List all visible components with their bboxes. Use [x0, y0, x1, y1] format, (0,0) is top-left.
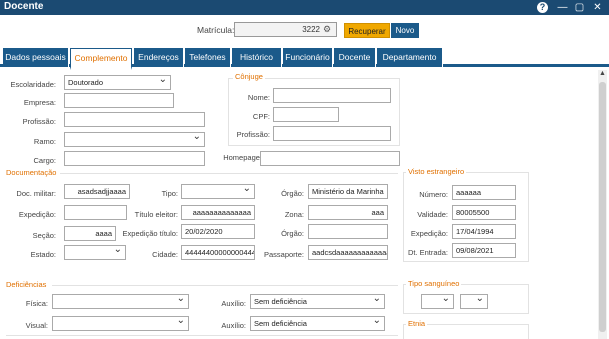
passaporte-label: Passaporte: — [263, 250, 304, 259]
cidade-label: Cidade: — [152, 250, 178, 259]
tab-dados-pessoais[interactable]: Dados pessoais — [3, 48, 69, 67]
zona-input[interactable]: aaa — [308, 205, 388, 220]
etnia-title: Etnia — [406, 319, 428, 328]
tipo-sanguineo-title: Tipo sanguíneo — [406, 279, 462, 288]
homepage-input[interactable] — [260, 151, 400, 166]
tab-complemento[interactable]: Complemento — [70, 48, 132, 70]
visto-expedicao-input[interactable]: 17/04/1994 — [452, 224, 516, 239]
cidade-input[interactable]: 44444400000000444400 — [181, 245, 255, 260]
expedicao-titulo-input[interactable]: 20/02/2020 — [181, 224, 255, 239]
expedicao-label: Expedição: — [18, 210, 56, 219]
fisica-select[interactable] — [52, 294, 189, 309]
doc-militar-input[interactable]: asadsadjjaaaa — [64, 184, 130, 199]
novo-button[interactable]: Novo — [391, 23, 419, 38]
visto-validade-input[interactable]: 80005500 — [452, 205, 516, 220]
profissao-input[interactable] — [64, 112, 205, 127]
visto-validade-label: Validade: — [417, 210, 448, 219]
fisica-label: Física: — [25, 299, 48, 308]
escolaridade-select[interactable]: Doutorado — [64, 75, 171, 90]
doc-militar-label: Doc. militar: — [16, 189, 56, 198]
documentacao-divider — [60, 173, 398, 174]
scrollbar-thumb[interactable] — [599, 82, 606, 332]
conjuge-profissao-input[interactable] — [273, 126, 391, 141]
scroll-up-icon[interactable]: ▲ — [598, 70, 607, 79]
profissao-label: Profissão: — [22, 117, 56, 126]
estado-select[interactable] — [64, 245, 126, 260]
passaporte-input[interactable]: aadcsdaaaaaaaaaaaaa — [308, 245, 388, 260]
matricula-label: Matrícula: — [197, 25, 235, 35]
cargo-input[interactable] — [64, 151, 205, 166]
visual-label: Visual: — [25, 321, 48, 330]
titulo-eleitor-label: Título eleitor: — [134, 210, 178, 219]
window-titlebar: Docente ? — ▢ ✕ — [0, 0, 609, 15]
help-icon[interactable]: ? — [537, 2, 548, 13]
visto-entrada-label: Dt. Entrada: — [407, 248, 448, 257]
tab-telefones[interactable]: Telefones — [185, 48, 231, 67]
titulo-eleitor-input[interactable]: aaaaaaaaaaaaaa — [181, 205, 255, 220]
homepage-label: Homepage: — [223, 153, 262, 162]
matricula-input[interactable]: 3222 — [234, 22, 337, 37]
tab-funcionario[interactable]: Funcionário — [283, 48, 333, 67]
ramo-select[interactable] — [64, 132, 205, 147]
visto-numero-label: Número: — [419, 190, 448, 199]
tipo-sanguineo-select[interactable] — [421, 294, 454, 309]
conjuge-cpf-label: CPF: — [252, 112, 270, 121]
conjuge-title: Cônjuge — [233, 72, 265, 81]
auxilio-select[interactable]: Sem deficiência — [250, 294, 385, 309]
secao-label: Seção: — [32, 231, 56, 240]
conjuge-profissao-label: Profissão: — [236, 130, 270, 139]
empresa-input[interactable] — [64, 93, 174, 108]
maximize-icon[interactable]: ▢ — [573, 1, 586, 14]
auxilio2-select[interactable]: Sem deficiência — [250, 316, 385, 331]
secao-input[interactable]: aaaa — [64, 226, 116, 241]
fator-rh-select[interactable] — [460, 294, 488, 309]
visto-expedicao-label: Expedição: — [410, 229, 448, 238]
orgao-input[interactable]: Ministério da Marinha — [308, 184, 388, 199]
orgao2-label: Órgão: — [281, 229, 304, 238]
visto-numero-input[interactable]: aaaaaa — [452, 185, 516, 200]
tab-departamento[interactable]: Departamento — [377, 48, 443, 67]
deficiencias-title: Deficiências — [6, 280, 47, 289]
visto-title: Visto estrangeiro — [406, 167, 467, 176]
cargo-label: Cargo: — [33, 156, 56, 165]
conjuge-cpf-input[interactable] — [273, 107, 339, 122]
lookup-icon[interactable]: ⚙ — [323, 24, 334, 35]
escolaridade-label: Escolaridade: — [10, 80, 56, 89]
estado-label: Estado: — [30, 250, 56, 259]
conjuge-nome-label: Nome: — [247, 93, 270, 102]
auxilio-label: Auxílio: — [221, 299, 246, 308]
tab-historico[interactable]: Histórico — [232, 48, 282, 67]
visual-select[interactable] — [52, 316, 189, 331]
tab-bar: Dados pessoais Complemento Endereços Tel… — [0, 48, 609, 70]
orgao-label: Órgão: — [281, 189, 304, 198]
recuperar-button[interactable]: Recuperar — [344, 23, 390, 38]
documentacao-title: Documentação — [6, 168, 57, 177]
expedicao-input[interactable] — [64, 205, 127, 220]
ramo-label: Ramo: — [33, 137, 56, 146]
tipo-label: Tipo: — [161, 189, 178, 198]
expedicao-titulo-label: Expedição título: — [122, 229, 178, 238]
auxilio2-label: Auxílio: — [221, 321, 246, 330]
zona-label: Zona: — [284, 210, 304, 219]
tab-docente[interactable]: Docente — [334, 48, 376, 67]
minimize-icon[interactable]: — — [556, 1, 569, 14]
close-icon[interactable]: ✕ — [591, 1, 604, 14]
window-title: Docente — [4, 1, 44, 12]
orgao2-input[interactable] — [308, 224, 388, 239]
tipo-select[interactable] — [181, 184, 255, 199]
tab-enderecos[interactable]: Endereços — [134, 48, 184, 67]
deficiencias-divider — [52, 285, 398, 286]
conjuge-nome-input[interactable] — [273, 88, 391, 103]
deficiencias-bottom-divider — [6, 335, 398, 336]
visto-entrada-input[interactable]: 09/08/2021 — [452, 243, 516, 258]
empresa-label: Empresa: — [23, 98, 56, 107]
